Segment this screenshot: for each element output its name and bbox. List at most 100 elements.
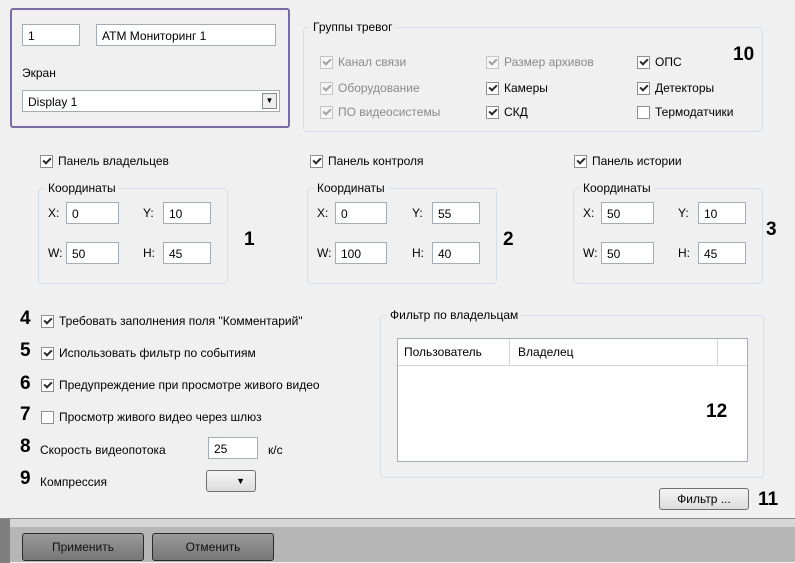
checkbox-box[interactable] — [320, 55, 333, 69]
callout-8: 8 — [20, 436, 31, 457]
option-checkbox-label: Использовать фильтр по событиям — [59, 346, 256, 360]
coord-y-label: Y: — [143, 206, 154, 220]
checkbox-box[interactable] — [320, 81, 333, 95]
coordinates-title: Координаты — [45, 181, 119, 195]
option-checkbox[interactable]: Просмотр живого видео через шлюз — [41, 409, 262, 425]
checkbox-box[interactable] — [637, 81, 650, 95]
panel-toggle-checkbox-label: Панель владельцев — [58, 154, 169, 168]
alarm-group-checkbox-label: СКД — [504, 105, 528, 119]
alarm-group-checkbox-label: ОПС — [655, 55, 682, 69]
alarm-group-checkbox[interactable]: ПО видеосистемы — [320, 104, 440, 120]
alarm-groups-title: Группы тревог — [310, 20, 396, 34]
video-speed-unit: к/с — [268, 443, 283, 457]
owner-filter-title: Фильтр по владельцам — [387, 308, 522, 322]
callout-7: 7 — [20, 404, 31, 425]
coord-x-label: X: — [583, 206, 595, 220]
checkbox-box[interactable] — [486, 55, 499, 69]
compression-dropdown[interactable]: ▼ — [206, 470, 256, 492]
callout-10: 10 — [733, 44, 755, 65]
option-checkbox-label: Требовать заполнения поля "Комментарий" — [59, 314, 303, 328]
coord-x-input[interactable]: 50 — [601, 202, 654, 224]
panel-toggle-checkbox[interactable]: Панель истории — [574, 153, 682, 169]
footer-top-strip — [10, 519, 795, 527]
alarm-group-checkbox[interactable]: СКД — [486, 104, 528, 120]
video-speed-input[interactable]: 25 — [208, 437, 258, 459]
option-checkbox[interactable]: Использовать фильтр по событиям — [41, 345, 256, 361]
checkbox-box[interactable] — [310, 154, 323, 168]
apply-button[interactable]: Применить — [22, 533, 144, 561]
alarm-group-checkbox-label: ПО видеосистемы — [338, 105, 441, 119]
coordinates-title: Координаты — [314, 181, 388, 195]
checkbox-box[interactable] — [637, 55, 650, 69]
coord-w-input[interactable]: 100 — [335, 242, 387, 264]
owners-table[interactable]: Пользователь Владелец — [397, 338, 748, 462]
alarm-group-checkbox[interactable]: Канал связи — [320, 54, 406, 70]
screen-select[interactable]: Display 1 ▼ — [22, 90, 280, 112]
object-id-field[interactable]: 1 — [22, 24, 80, 46]
callout-9: 9 — [20, 468, 31, 489]
option-checkbox[interactable]: Требовать заполнения поля "Комментарий" — [41, 313, 303, 329]
alarm-group-checkbox-label: Канал связи — [338, 55, 407, 69]
option-checkbox[interactable]: Предупреждение при просмотре живого виде… — [41, 377, 320, 393]
coord-y-input[interactable]: 10 — [698, 202, 746, 224]
coord-x-label: X: — [317, 206, 329, 220]
screen-label: Экран — [22, 66, 56, 80]
column-header-user[interactable]: Пользователь — [398, 339, 510, 365]
alarm-group-checkbox[interactable]: ОПС — [637, 54, 682, 70]
dropdown-arrow-icon[interactable]: ▼ — [262, 93, 277, 109]
coord-y-label: Y: — [678, 206, 689, 220]
checkbox-box[interactable] — [41, 410, 54, 424]
panel-toggle-checkbox-label: Панель контроля — [328, 154, 424, 168]
cancel-button[interactable]: Отменить — [152, 533, 274, 561]
checkbox-box[interactable] — [41, 378, 54, 392]
filter-button[interactable]: Фильтр ... — [659, 488, 749, 510]
callout-1: 1 — [244, 229, 255, 250]
coord-x-input[interactable]: 0 — [335, 202, 387, 224]
coord-h-input[interactable]: 45 — [163, 242, 211, 264]
coord-y-input[interactable]: 55 — [432, 202, 480, 224]
coordinates-title: Координаты — [580, 181, 654, 195]
coord-h-input[interactable]: 45 — [698, 242, 746, 264]
checkbox-box[interactable] — [486, 105, 499, 119]
column-header-owner[interactable]: Владелец — [510, 339, 718, 365]
checkbox-box[interactable] — [574, 154, 587, 168]
screen-select-value: Display 1 — [28, 95, 78, 109]
checkbox-box[interactable] — [41, 346, 54, 360]
coord-y-label: Y: — [412, 206, 423, 220]
coord-w-input[interactable]: 50 — [601, 242, 654, 264]
coord-w-label: W: — [317, 246, 332, 260]
coord-w-label: W: — [48, 246, 63, 260]
callout-4: 4 — [20, 308, 31, 329]
checkbox-box[interactable] — [320, 105, 333, 119]
coord-h-label: H: — [412, 246, 424, 260]
coord-h-label: H: — [143, 246, 155, 260]
coord-y-input[interactable]: 10 — [163, 202, 211, 224]
callout-2: 2 — [503, 229, 514, 250]
callout-11: 11 — [758, 489, 779, 510]
panel-toggle-checkbox[interactable]: Панель контроля — [310, 153, 424, 169]
coord-h-input[interactable]: 40 — [432, 242, 480, 264]
checkbox-box[interactable] — [40, 154, 53, 168]
alarm-group-checkbox[interactable]: Детекторы — [637, 80, 714, 96]
alarm-group-checkbox[interactable]: Оборудование — [320, 80, 420, 96]
footer-accent — [0, 519, 10, 563]
checkbox-box[interactable] — [41, 314, 54, 328]
callout-6: 6 — [20, 373, 31, 394]
alarm-group-checkbox[interactable]: Размер архивов — [486, 54, 594, 70]
checkbox-box[interactable] — [486, 81, 499, 95]
coord-w-label: W: — [583, 246, 598, 260]
coord-w-input[interactable]: 50 — [66, 242, 119, 264]
object-name-field[interactable]: ATM Мониторинг 1 — [96, 24, 276, 46]
callout-3: 3 — [766, 219, 777, 240]
chevron-down-icon: ▼ — [236, 476, 245, 486]
alarm-group-checkbox-label: Размер архивов — [504, 55, 594, 69]
owners-table-header: Пользователь Владелец — [398, 339, 747, 366]
checkbox-box[interactable] — [637, 105, 650, 119]
alarm-group-checkbox[interactable]: Камеры — [486, 80, 548, 96]
coord-x-input[interactable]: 0 — [66, 202, 119, 224]
coord-x-label: X: — [48, 206, 60, 220]
alarm-group-checkbox[interactable]: Термодатчики — [637, 104, 733, 120]
panel-toggle-checkbox[interactable]: Панель владельцев — [40, 153, 169, 169]
alarm-group-checkbox-label: Детекторы — [655, 81, 715, 95]
video-speed-label: Скорость видеопотока — [40, 443, 166, 457]
